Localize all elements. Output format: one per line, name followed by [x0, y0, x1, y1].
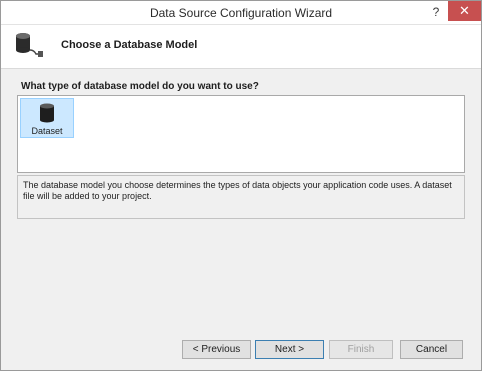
footer-divider: [1, 331, 481, 332]
next-button[interactable]: Next >: [255, 340, 324, 359]
close-button[interactable]: ✕: [448, 1, 481, 21]
cancel-button[interactable]: Cancel: [400, 340, 463, 359]
title-bar[interactable]: Data Source Configuration Wizard ? ✕: [1, 1, 481, 25]
page-title: Choose a Database Model: [61, 39, 198, 51]
list-item-label: Dataset: [31, 126, 63, 136]
wizard-window: Data Source Configuration Wizard ? ✕ Cho…: [0, 0, 482, 371]
model-question-label: What type of database model do you want …: [21, 81, 259, 92]
wizard-header: Choose a Database Model: [1, 25, 481, 69]
database-connection-icon: [16, 33, 43, 57]
previous-button[interactable]: < Previous: [182, 340, 251, 359]
model-list[interactable]: Dataset: [17, 95, 465, 173]
help-button[interactable]: ?: [429, 4, 443, 20]
finish-button[interactable]: Finish: [329, 340, 393, 359]
model-description: The database model you choose determines…: [17, 175, 465, 219]
database-icon: [40, 103, 54, 123]
window-title: Data Source Configuration Wizard: [149, 6, 333, 20]
list-item-dataset[interactable]: Dataset: [20, 98, 74, 138]
